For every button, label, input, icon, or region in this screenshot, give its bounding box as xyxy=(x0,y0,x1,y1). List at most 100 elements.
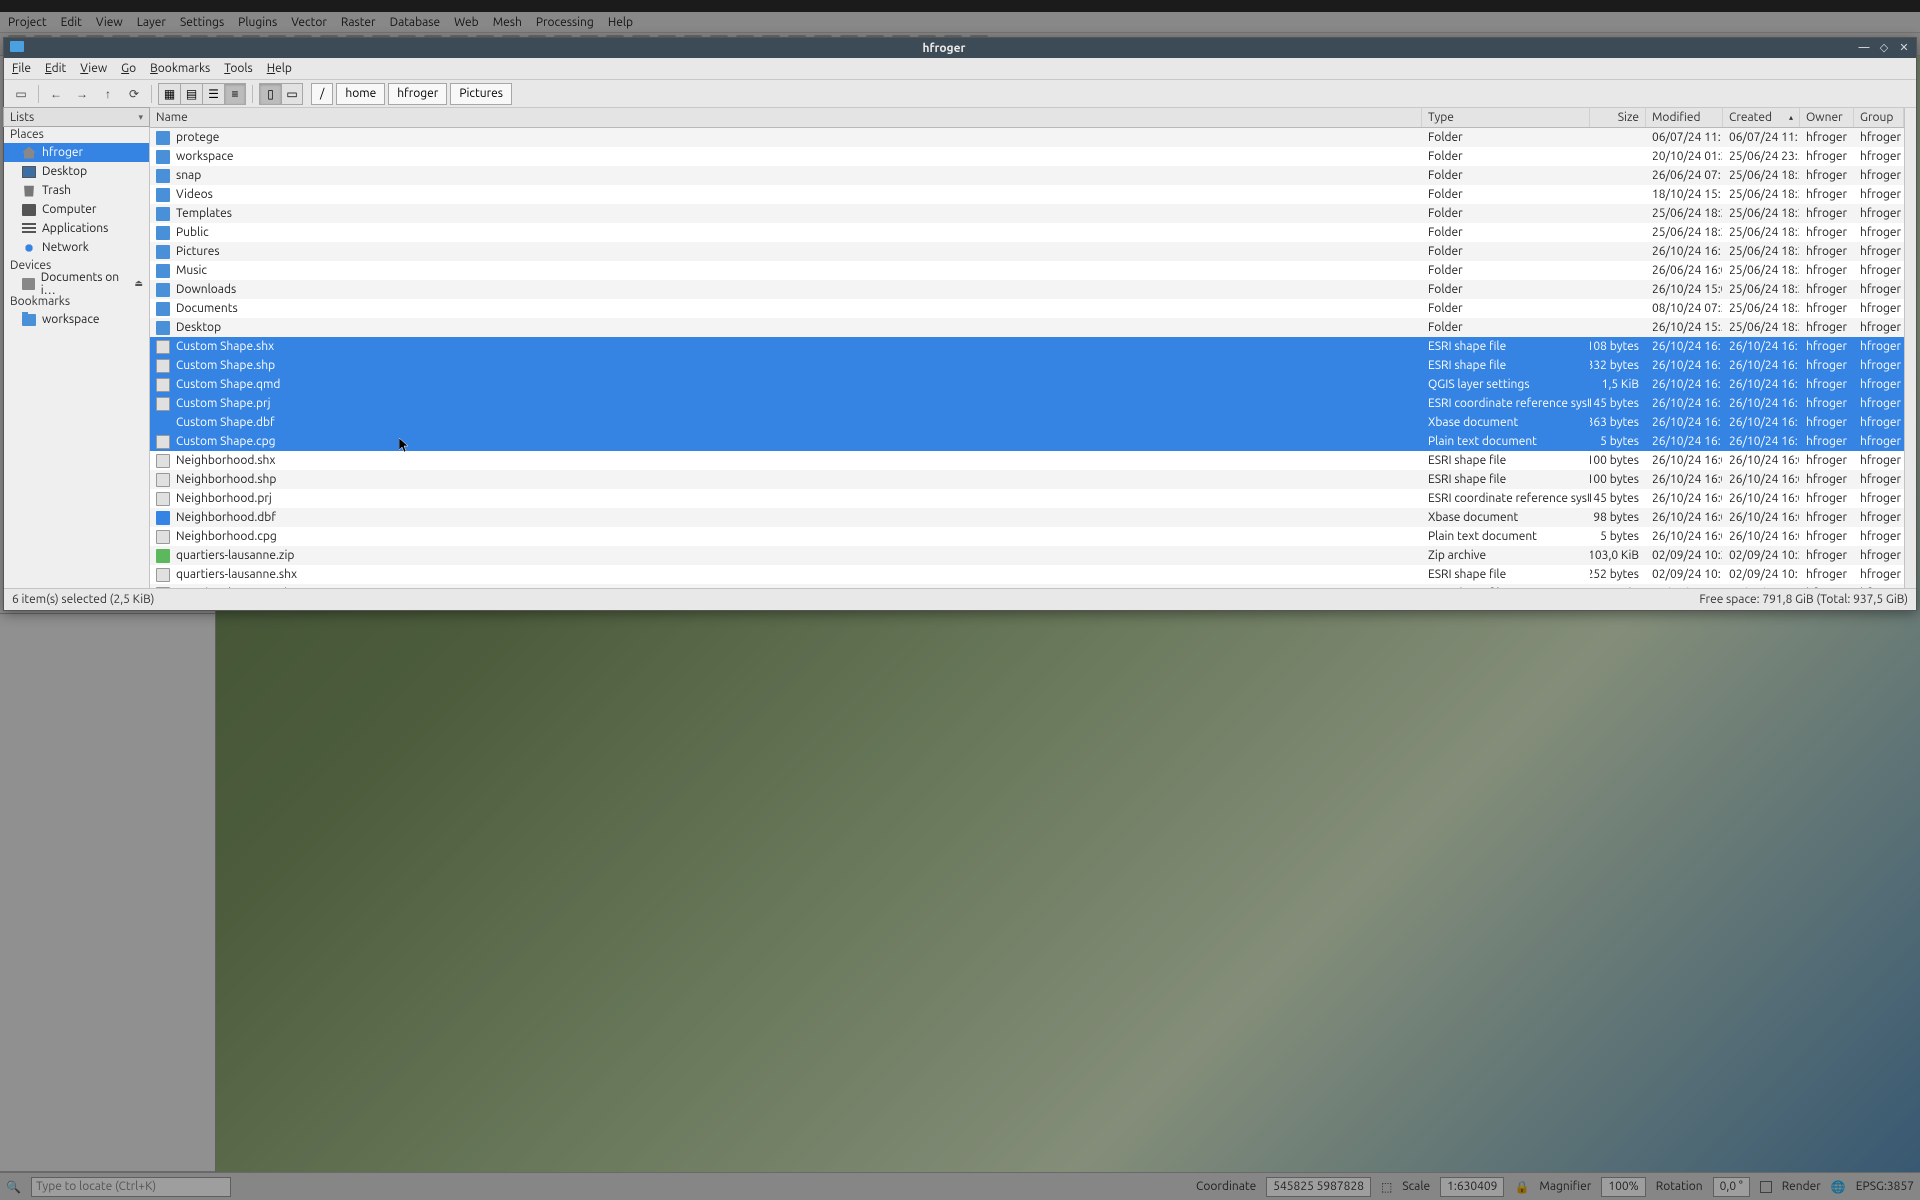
file-row[interactable]: protegeFolder06/07/24 11:1406/07/24 11:1… xyxy=(150,128,1904,147)
col-modified[interactable]: Modified xyxy=(1646,108,1723,127)
forward-button[interactable]: → xyxy=(71,83,93,105)
qgis-menu-mesh[interactable]: Mesh xyxy=(493,16,522,29)
qgis-locator[interactable]: Type to locate (Ctrl+K) xyxy=(31,1177,231,1197)
qgis-menu-project[interactable]: Project xyxy=(8,16,47,29)
file-rows[interactable]: protegeFolder06/07/24 11:1406/07/24 11:1… xyxy=(150,128,1904,588)
magnifier-value[interactable]: 100% xyxy=(1601,1177,1645,1197)
crs-icon[interactable]: 🌐 xyxy=(1831,1180,1846,1194)
col-group[interactable]: Group xyxy=(1854,108,1904,127)
compact-view-button[interactable]: ☰ xyxy=(202,83,224,105)
epsg-value[interactable]: EPSG:3857 xyxy=(1856,1180,1914,1193)
file-name: Custom Shape.dbf xyxy=(176,416,275,429)
file-row[interactable]: DownloadsFolder26/10/24 15:0825/06/24 18… xyxy=(150,280,1904,299)
file-row[interactable]: MusicFolder26/06/24 16:0925/06/24 18:24h… xyxy=(150,261,1904,280)
scrollbar[interactable] xyxy=(1904,108,1916,588)
eject-icon[interactable]: ⏏ xyxy=(134,278,143,289)
qgis-menubar: Project Edit View Layer Settings Plugins Vecto… xyxy=(0,12,1920,32)
reload-button[interactable]: ⟳ xyxy=(123,83,145,105)
file-row[interactable]: Neighborhood.shxESRI shape file100 bytes… xyxy=(150,451,1904,470)
sidebar-lists-dropdown[interactable]: Lists ▾ xyxy=(3,107,150,127)
file-row[interactable]: Neighborhood.shpESRI shape file100 bytes… xyxy=(150,470,1904,489)
up-button[interactable]: ↑ xyxy=(97,83,119,105)
file-row[interactable]: Custom Shape.qmdQGIS layer settings1,5 K… xyxy=(150,375,1904,394)
sidebar-place-trash[interactable]: Trash xyxy=(4,181,149,200)
qgis-menu-settings[interactable]: Settings xyxy=(180,16,224,29)
path-edit-toggle[interactable]: ▭ xyxy=(281,83,303,105)
fm-menu-bookmarks[interactable]: Bookmarks xyxy=(150,62,210,75)
lock-icon[interactable]: 🔒 xyxy=(1514,1180,1529,1194)
qgis-menu-edit[interactable]: Edit xyxy=(61,16,82,29)
file-row[interactable]: Custom Shape.shpESRI shape file332 bytes… xyxy=(150,356,1904,375)
file-name: quartiers-lausanne.shp xyxy=(176,587,298,588)
breadcrumb-home[interactable]: home xyxy=(336,83,385,105)
sidebar-place-computer[interactable]: Computer xyxy=(4,200,149,219)
qgis-menu-view[interactable]: View xyxy=(96,16,123,29)
col-created[interactable]: Created▴ xyxy=(1723,108,1800,127)
thumb-view-button[interactable]: ▤ xyxy=(180,83,202,105)
breadcrumb-pictures[interactable]: Pictures xyxy=(450,83,512,105)
file-row[interactable]: quartiers-lausanne.zipZip archive103,0 K… xyxy=(150,546,1904,565)
sidebar-place-network[interactable]: Network xyxy=(4,238,149,257)
file-row[interactable]: DocumentsFolder08/10/24 07:3025/06/24 18… xyxy=(150,299,1904,318)
sidebar-device-documents-on-i-[interactable]: Documents on i…⏏ xyxy=(4,274,149,293)
file-row[interactable]: VideosFolder18/10/24 15:1725/06/24 18:24… xyxy=(150,185,1904,204)
icon-view-button[interactable]: ▦ xyxy=(158,83,180,105)
maximize-button[interactable]: ◇ xyxy=(1878,42,1890,54)
back-button[interactable]: ← xyxy=(45,83,67,105)
qgis-menu-layer[interactable]: Layer xyxy=(137,16,166,29)
qgis-menu-plugins[interactable]: Plugins xyxy=(238,16,277,29)
close-button[interactable]: ✕ xyxy=(1898,42,1910,54)
qgis-menu-vector[interactable]: Vector xyxy=(291,16,327,29)
minimize-button[interactable]: — xyxy=(1858,42,1870,54)
col-name[interactable]: Name xyxy=(150,108,1422,127)
file-row[interactable]: Custom Shape.shxESRI shape file108 bytes… xyxy=(150,337,1904,356)
file-row[interactable]: workspaceFolder20/10/24 01:2025/06/24 23… xyxy=(150,147,1904,166)
file-row[interactable]: Custom Shape.prjESRI coordinate referenc… xyxy=(150,394,1904,413)
extent-icon[interactable]: ⬚ xyxy=(1381,1180,1392,1194)
coordinate-value[interactable]: 545825 5987828 xyxy=(1266,1177,1371,1197)
list-view-button[interactable]: ≡ xyxy=(224,83,246,105)
qgis-menu-help[interactable]: Help xyxy=(608,16,633,29)
file-row[interactable]: TemplatesFolder25/06/24 18:2425/06/24 18… xyxy=(150,204,1904,223)
file-row[interactable]: Neighborhood.cpgPlain text document5 byt… xyxy=(150,527,1904,546)
file-row[interactable]: Neighborhood.dbfXbase document98 bytes26… xyxy=(150,508,1904,527)
file-row[interactable]: quartiers-lausanne.shxESRI shape file252… xyxy=(150,565,1904,584)
fm-menu-go[interactable]: Go xyxy=(121,62,136,75)
file-row[interactable]: PublicFolder25/06/24 18:2425/06/24 18:24… xyxy=(150,223,1904,242)
folder-icon xyxy=(22,314,36,326)
qgis-menu-web[interactable]: Web xyxy=(454,16,479,29)
apps-icon xyxy=(22,223,36,235)
fm-menu-file[interactable]: File xyxy=(12,62,31,75)
file-row[interactable]: PicturesFolder26/10/24 16:1425/06/24 18:… xyxy=(150,242,1904,261)
path-crumbs-toggle[interactable]: ▯ xyxy=(259,83,281,105)
fm-menu-tools[interactable]: Tools xyxy=(224,62,253,75)
file-row[interactable]: Custom Shape.dbfXbase document363 bytes2… xyxy=(150,413,1904,432)
fm-titlebar[interactable]: hfroger — ◇ ✕ xyxy=(4,38,1916,58)
sidebar-bookmark-workspace[interactable]: workspace xyxy=(4,310,149,329)
sidebar-place-hfroger[interactable]: hfroger xyxy=(4,143,149,162)
new-tab-button[interactable]: ▭ xyxy=(10,83,32,105)
file-row[interactable]: snapFolder26/06/24 07:1425/06/24 18:35hf… xyxy=(150,166,1904,185)
file-row[interactable]: Neighborhood.prjESRI coordinate referenc… xyxy=(150,489,1904,508)
file-row[interactable]: quartiers-lausanne.shpESRI shape file156… xyxy=(150,584,1904,588)
file-row[interactable]: Custom Shape.cpgPlain text document5 byt… xyxy=(150,432,1904,451)
qgis-menu-processing[interactable]: Processing xyxy=(536,16,594,29)
breadcrumb-root[interactable]: / xyxy=(311,83,333,105)
file-name: Desktop xyxy=(176,321,221,334)
col-owner[interactable]: Owner xyxy=(1800,108,1854,127)
sidebar-place-applications[interactable]: Applications xyxy=(4,219,149,238)
render-checkbox[interactable] xyxy=(1760,1181,1772,1193)
qgis-menu-raster[interactable]: Raster xyxy=(341,16,376,29)
sidebar-place-desktop[interactable]: Desktop xyxy=(4,162,149,181)
rotation-value[interactable]: 0,0 ° xyxy=(1713,1177,1750,1197)
col-type[interactable]: Type xyxy=(1422,108,1590,127)
scale-value[interactable]: 1:630409 xyxy=(1440,1177,1504,1197)
qgis-menu-database[interactable]: Database xyxy=(390,16,441,29)
breadcrumb-user[interactable]: hfroger xyxy=(388,83,447,105)
fm-menu-view[interactable]: View xyxy=(80,62,107,75)
col-size[interactable]: Size xyxy=(1590,108,1646,127)
fm-menu-help[interactable]: Help xyxy=(267,62,292,75)
fm-menu-edit[interactable]: Edit xyxy=(45,62,66,75)
file-row[interactable]: DesktopFolder26/10/24 15:5125/06/24 18:2… xyxy=(150,318,1904,337)
drive-icon xyxy=(22,278,35,290)
